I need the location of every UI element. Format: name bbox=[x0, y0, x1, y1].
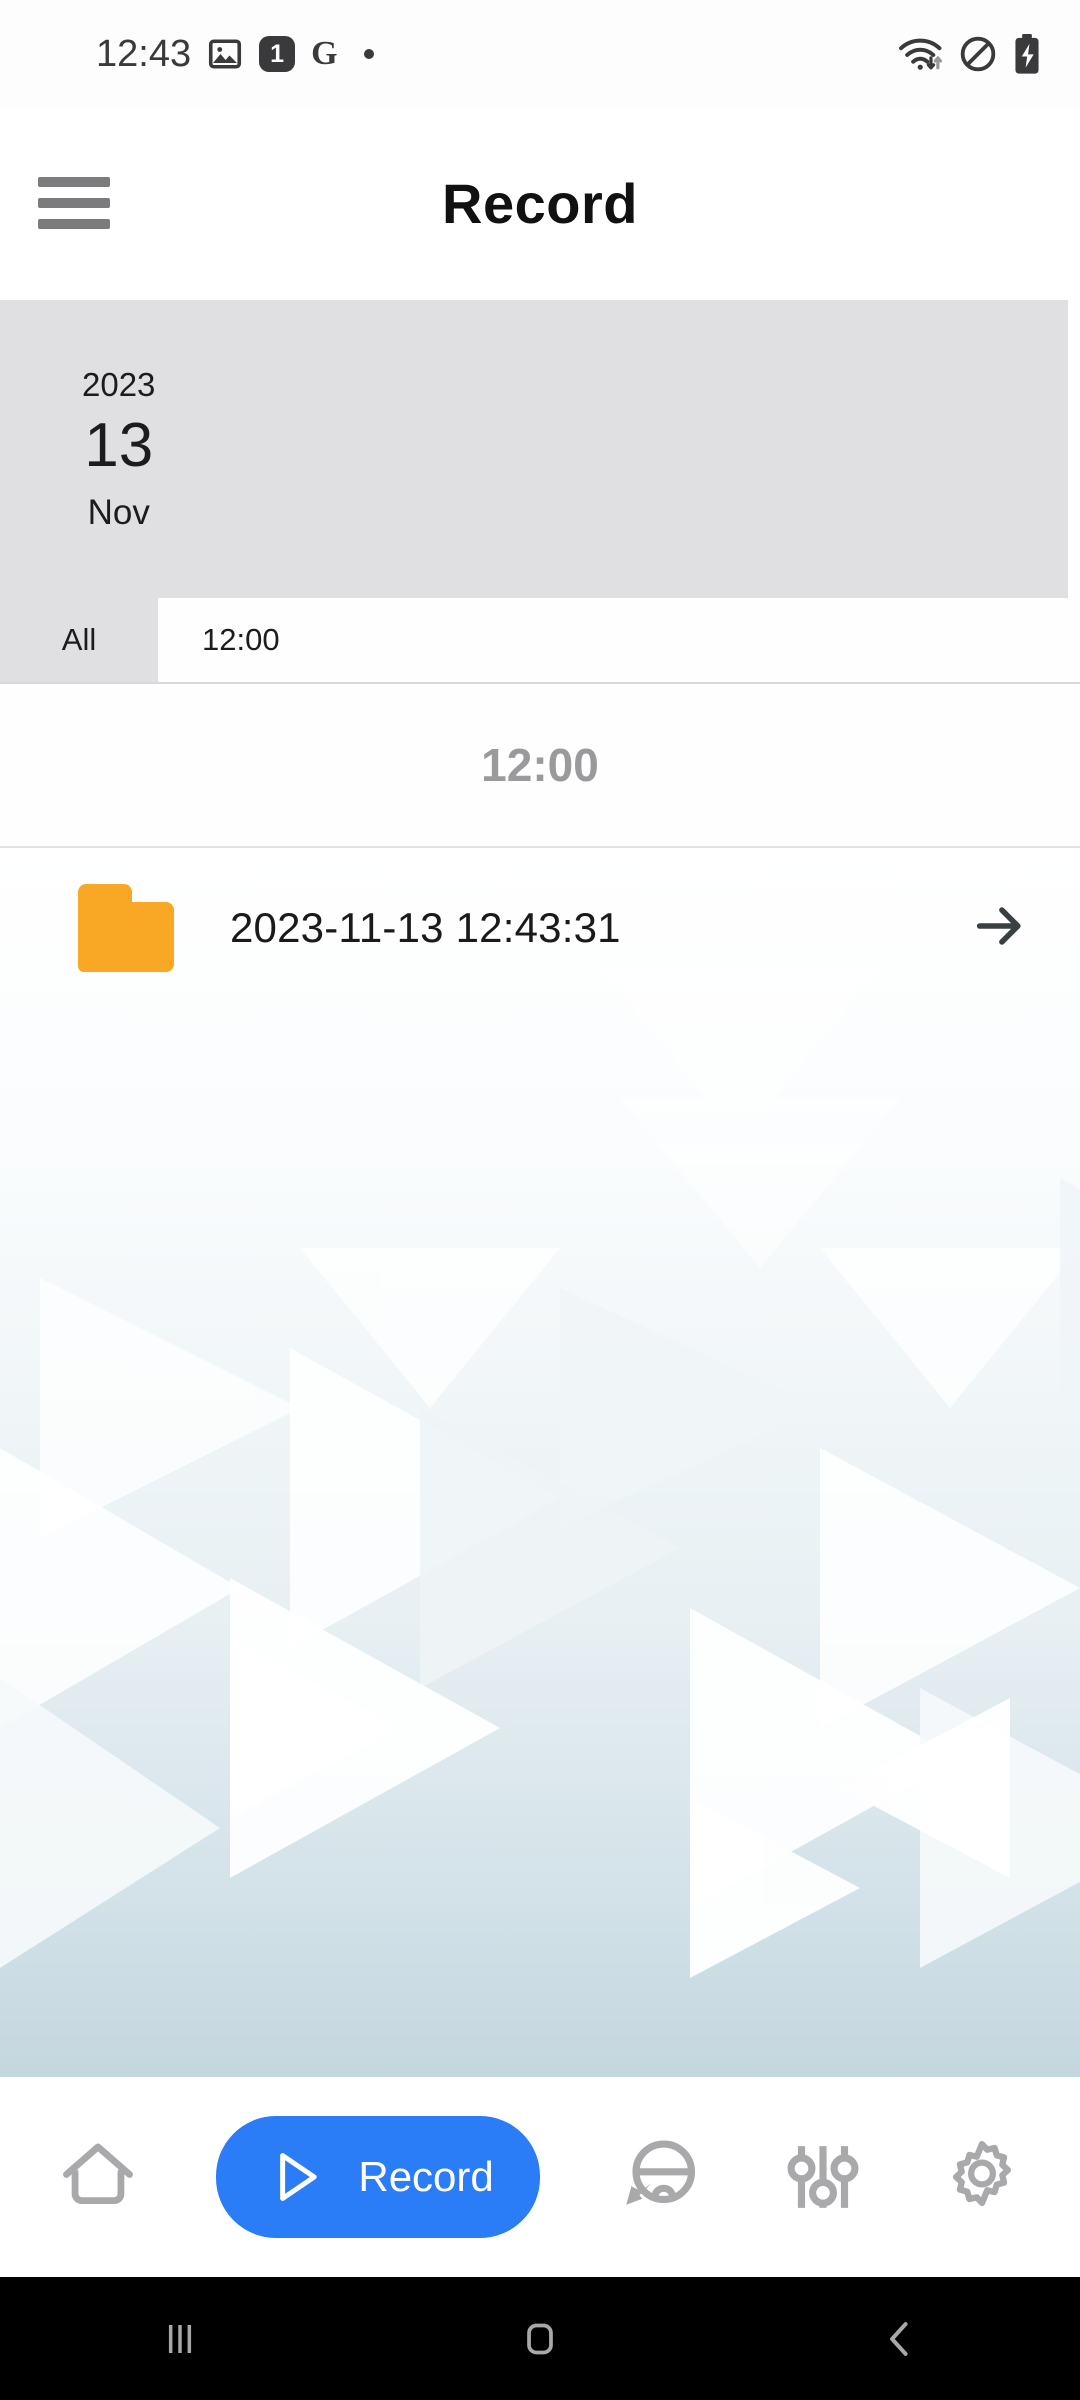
tab-time-1200[interactable]: 12:00 bbox=[158, 598, 1080, 682]
folder-icon bbox=[78, 884, 174, 972]
list-item[interactable]: 2023-11-13 12:43:31 bbox=[0, 848, 1080, 1008]
recording-list: 2023-11-13 12:43:31 bbox=[0, 848, 1080, 2077]
status-bar-left: 12:43 1 G bbox=[96, 33, 374, 76]
arrow-right-icon[interactable] bbox=[970, 897, 1028, 960]
hamburger-bar bbox=[38, 177, 110, 187]
nav-home-button[interactable] bbox=[55, 2134, 141, 2220]
do-not-disturb-icon bbox=[958, 34, 998, 74]
date-card-content: 2023 13 Nov bbox=[82, 364, 155, 535]
triangle-pattern-background bbox=[0, 968, 1080, 1978]
gallery-image-icon bbox=[207, 36, 243, 72]
date-year: 2023 bbox=[82, 365, 156, 403]
hamburger-bar bbox=[38, 198, 110, 208]
dot-indicator bbox=[363, 49, 374, 59]
recording-name: 2023-11-13 12:43:31 bbox=[230, 904, 621, 951]
nav-driving-button[interactable] bbox=[615, 2132, 705, 2222]
hamburger-menu-icon[interactable] bbox=[38, 177, 110, 229]
date-day: 13 bbox=[84, 411, 154, 480]
notification-count-badge: 1 bbox=[259, 36, 296, 72]
battery-charging-icon bbox=[1012, 33, 1042, 75]
filter-tab-strip: All 12:00 bbox=[0, 598, 1080, 684]
status-bar: 12:43 1 G bbox=[0, 0, 1080, 108]
app-header: Record bbox=[0, 108, 1080, 298]
page-title: Record bbox=[442, 171, 638, 235]
bottom-navigation: Record bbox=[0, 2077, 1080, 2277]
nav-equalizer-button[interactable] bbox=[780, 2134, 866, 2220]
date-month: Nov bbox=[87, 492, 150, 532]
date-card[interactable]: 2023 13 Nov bbox=[0, 300, 1068, 598]
nav-record-button[interactable]: Record bbox=[216, 2116, 540, 2238]
recents-icon[interactable] bbox=[152, 2311, 208, 2367]
app-root: 12:43 1 G Record 2023 13 Nov All 12:00 1… bbox=[0, 0, 1080, 2400]
google-icon: G bbox=[311, 35, 338, 72]
tab-all[interactable]: All bbox=[0, 598, 158, 682]
nav-record-label: Record bbox=[358, 2153, 494, 2200]
back-chevron-icon[interactable] bbox=[872, 2311, 928, 2367]
status-bar-clock: 12:43 bbox=[96, 32, 192, 75]
section-header-label: 12:00 bbox=[481, 739, 599, 791]
play-triangle-icon bbox=[280, 2153, 318, 2201]
android-system-nav bbox=[0, 2277, 1080, 2400]
hamburger-bar bbox=[38, 219, 110, 229]
status-bar-right bbox=[898, 33, 1042, 75]
nav-settings-button[interactable] bbox=[940, 2135, 1024, 2219]
folder-body bbox=[78, 902, 174, 972]
home-square-icon[interactable] bbox=[512, 2311, 568, 2367]
section-header: 12:00 bbox=[0, 684, 1080, 848]
wifi-icon bbox=[898, 35, 944, 73]
